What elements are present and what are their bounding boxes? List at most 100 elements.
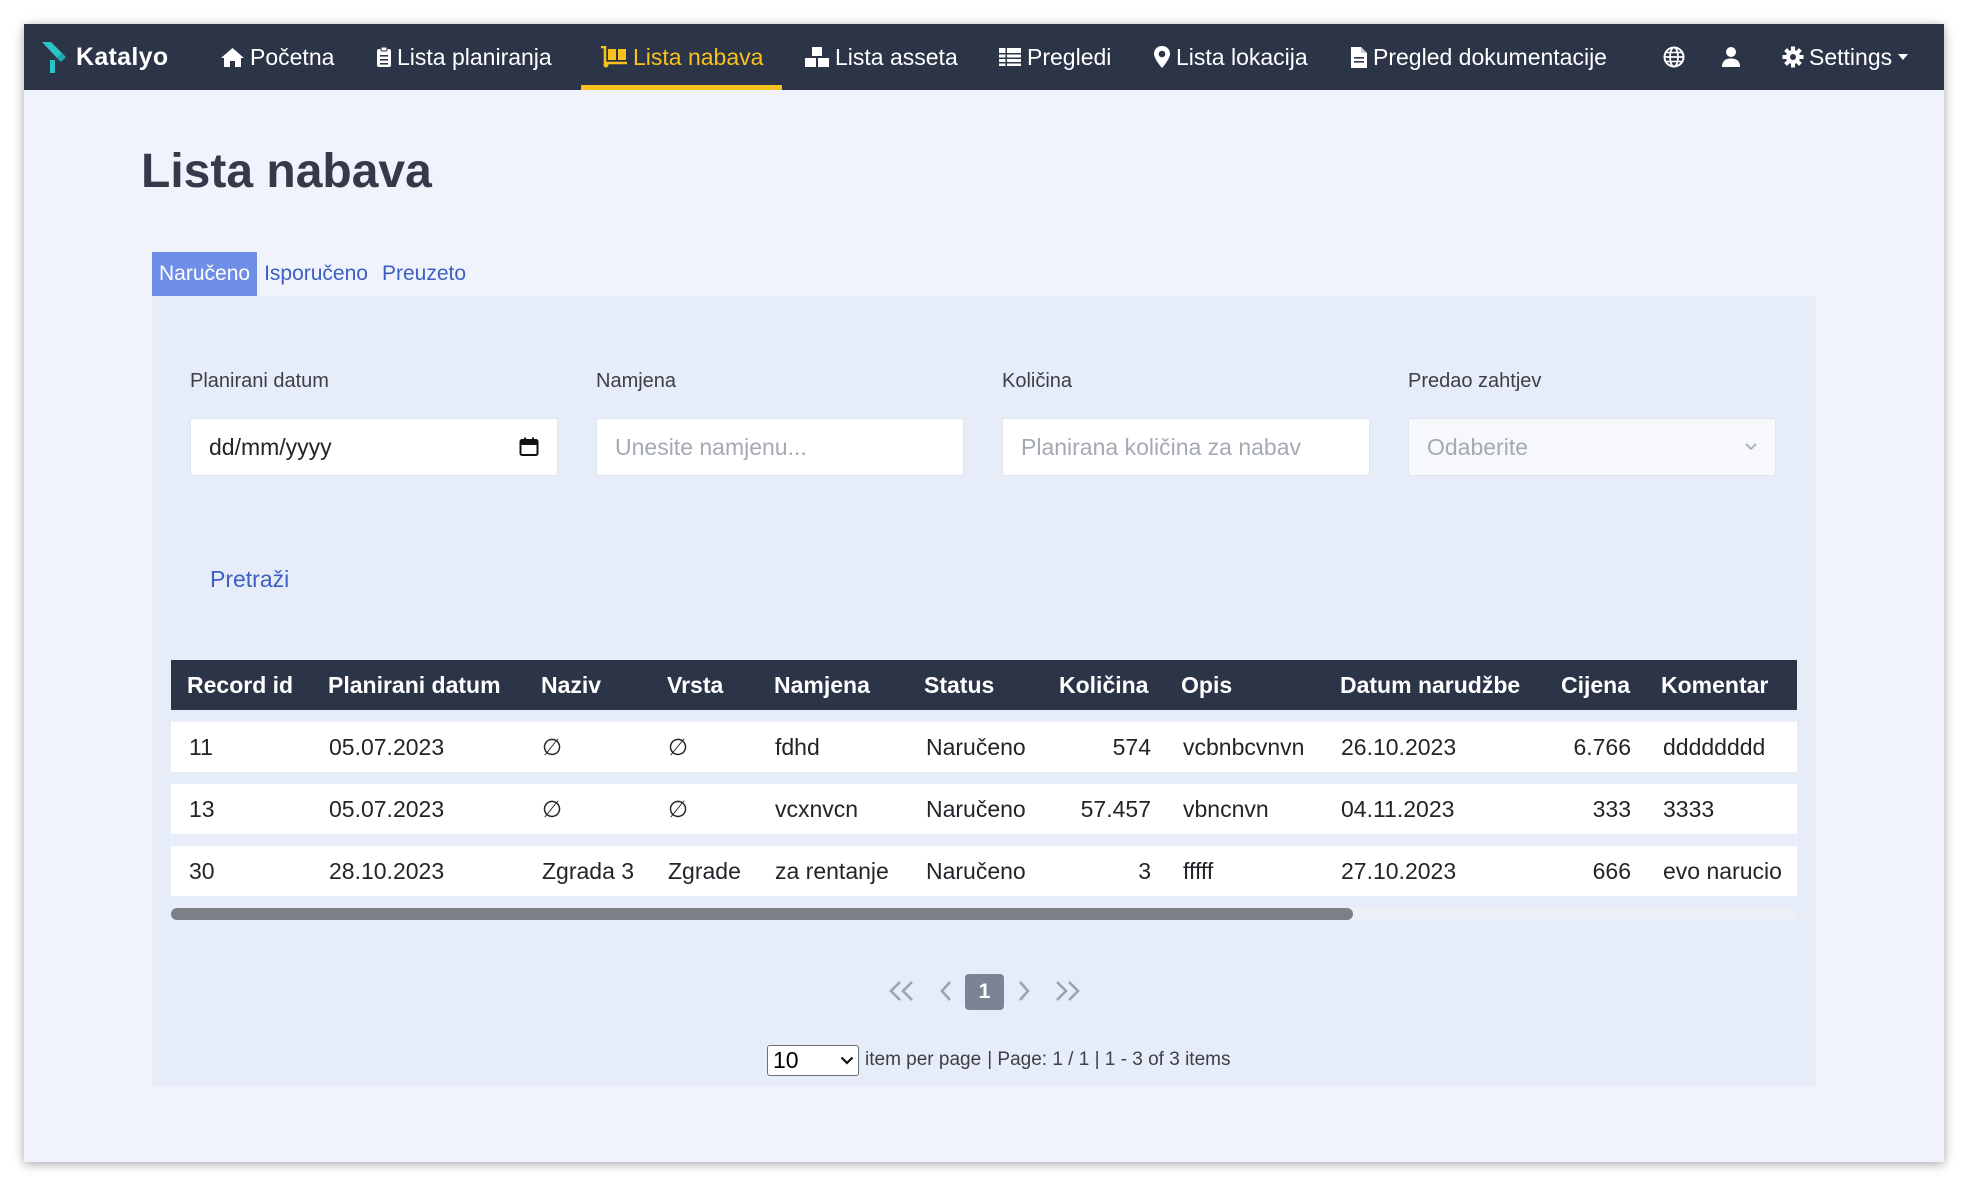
cell-order-date: 04.11.2023: [1341, 795, 1455, 822]
nav-item-lista-nabava[interactable]: Lista nabava: [581, 24, 783, 90]
filter-panel: Planirani datum dd/mm/yyyy Namjena Količ…: [152, 296, 1816, 1086]
cell-price: 666: [1592, 857, 1631, 884]
items-per-page: 10 item per page | Page: 1 / 1 | 1 - 3 o…: [767, 1044, 1230, 1076]
brand-name: Katalyo: [76, 42, 169, 71]
file-icon: [1351, 46, 1367, 68]
planned-date-label: Planirani datum: [190, 370, 329, 392]
planned-date-input[interactable]: dd/mm/yyyy: [190, 418, 558, 476]
column-header-price[interactable]: Cijena: [1561, 660, 1630, 710]
cell-type: Zgrade: [668, 857, 741, 884]
cell-comment: dddddddd: [1663, 733, 1766, 760]
cell-planned-date: 05.07.2023: [329, 795, 445, 822]
nav-item-label: Lista lokacija: [1176, 43, 1308, 70]
pagination: 1: [152, 971, 1816, 1011]
quantity-field[interactable]: [1002, 418, 1370, 476]
nav-item-pregledi[interactable]: Pregledi: [998, 24, 1111, 90]
cell-status: Naručeno: [926, 857, 1026, 884]
nav-item-lista-planiranja[interactable]: Lista planiranja: [376, 24, 552, 90]
cell-type: ∅: [668, 795, 689, 822]
column-header-quantity[interactable]: Količina: [1059, 660, 1148, 710]
table-row[interactable]: 13 05.07.2023 ∅ ∅ vcxnvcn Naručeno 57.45…: [171, 784, 1797, 834]
page-number-button[interactable]: 1: [965, 974, 1004, 1010]
column-header-record-id[interactable]: Record id: [187, 660, 293, 710]
items-per-page-value: 10: [773, 1046, 799, 1073]
pagination-summary: | Page: 1 / 1 | 1 - 3 of 3 items: [987, 1049, 1231, 1070]
column-header-order-date[interactable]: Datum narudžbe: [1340, 660, 1520, 710]
horizontal-scrollbar[interactable]: [171, 908, 1797, 920]
cell-description: fffff: [1183, 857, 1214, 884]
cell-order-date: 26.10.2023: [1341, 733, 1457, 760]
cell-status: Naručeno: [926, 733, 1026, 760]
table-row[interactable]: 30 28.10.2023 Zgrada 3 Zgrade za rentanj…: [171, 846, 1797, 896]
column-header-purpose[interactable]: Namjena: [774, 660, 870, 710]
katalyo-logo-icon: [42, 42, 66, 73]
column-header-type[interactable]: Vrsta: [667, 660, 723, 710]
column-header-status[interactable]: Status: [924, 660, 994, 710]
purpose-field[interactable]: [596, 418, 964, 476]
nav-item-pregled-dokumentacije[interactable]: Pregled dokumentacije: [1350, 24, 1607, 90]
cell-quantity: 574: [1112, 733, 1151, 760]
first-page-button[interactable]: [885, 971, 919, 1011]
requester-select-value: Odaberite: [1427, 433, 1529, 460]
chevron-left-icon: [940, 981, 951, 1001]
cell-order-date: 27.10.2023: [1341, 857, 1457, 884]
planned-date-value: dd/mm/yyyy: [209, 433, 332, 460]
home-icon: [221, 47, 244, 67]
scrollbar-thumb[interactable]: [171, 908, 1353, 920]
globe-icon: [1663, 46, 1685, 68]
app-window: Katalyo Početna Lista planiranja Lista n…: [24, 24, 1944, 1162]
cell-record-id: 30: [189, 857, 215, 884]
table-row[interactable]: 11 05.07.2023 ∅ ∅ fdhd Naručeno 574 vcbn…: [171, 722, 1797, 772]
quantity-label: Količina: [1002, 370, 1073, 392]
nav-item-lista-asseta[interactable]: Lista asseta: [804, 24, 958, 90]
double-chevron-right-icon: [1056, 981, 1080, 1001]
cell-planned-date: 05.07.2023: [329, 733, 445, 760]
dolly-icon: [601, 46, 627, 68]
nav-item-label: Početna: [250, 43, 335, 70]
cell-quantity: 57.457: [1080, 795, 1151, 822]
tab-isporuceno[interactable]: Isporučeno: [257, 252, 375, 296]
user-button[interactable]: [1721, 24, 1741, 90]
cell-purpose: fdhd: [775, 733, 820, 760]
nav-item-lista-lokacija[interactable]: Lista lokacija: [1153, 24, 1308, 90]
next-page-button[interactable]: [1014, 971, 1034, 1011]
last-page-button[interactable]: [1050, 971, 1084, 1011]
cell-quantity: 3: [1138, 857, 1151, 884]
nav-item-pocetna[interactable]: Početna: [220, 24, 334, 90]
purpose-label: Namjena: [596, 370, 677, 392]
table-icon: [999, 48, 1021, 66]
search-button[interactable]: Pretraži: [210, 566, 289, 593]
language-button[interactable]: [1663, 24, 1685, 90]
requester-select[interactable]: Odaberite: [1408, 418, 1776, 476]
brand[interactable]: Katalyo: [40, 39, 168, 75]
cell-description: vbncnvn: [1183, 795, 1269, 822]
tab-naruceno[interactable]: Naručeno: [152, 252, 258, 296]
chevron-down-icon: [1745, 443, 1757, 451]
cell-description: vcbnbcvnvn: [1183, 733, 1305, 760]
double-chevron-left-icon: [889, 981, 913, 1001]
purpose-input[interactable]: [615, 433, 945, 461]
column-header-planned-date[interactable]: Planirani datum: [328, 660, 501, 710]
nav-item-label: Lista planiranja: [397, 43, 552, 70]
tab-preuzeto[interactable]: Preuzeto: [375, 252, 473, 296]
caret-down-icon: [1898, 54, 1909, 60]
top-navbar: Katalyo Početna Lista planiranja Lista n…: [24, 24, 1944, 90]
cell-type: ∅: [668, 733, 689, 760]
quantity-input[interactable]: [1021, 433, 1351, 461]
column-header-name[interactable]: Naziv: [541, 660, 601, 710]
calendar-icon[interactable]: [519, 437, 539, 457]
chevron-down-icon: [840, 1056, 854, 1065]
requester-label: Predao zahtjev: [1408, 370, 1542, 392]
cell-name: ∅: [542, 733, 563, 760]
nav-item-label: Pregled dokumentacije: [1373, 43, 1607, 70]
column-header-description[interactable]: Opis: [1181, 660, 1232, 710]
status-tabs: Naručeno Isporučeno Preuzeto: [152, 252, 473, 296]
items-per-page-select[interactable]: 10: [767, 1044, 859, 1076]
cell-name: ∅: [542, 795, 563, 822]
column-header-comment[interactable]: Komentar: [1661, 660, 1768, 710]
previous-page-button[interactable]: [936, 971, 956, 1011]
chevron-right-icon: [1019, 981, 1030, 1001]
boxes-icon: [805, 47, 829, 67]
settings-dropdown[interactable]: Settings: [1782, 24, 1914, 90]
nav-item-label: Lista nabava: [633, 43, 764, 70]
